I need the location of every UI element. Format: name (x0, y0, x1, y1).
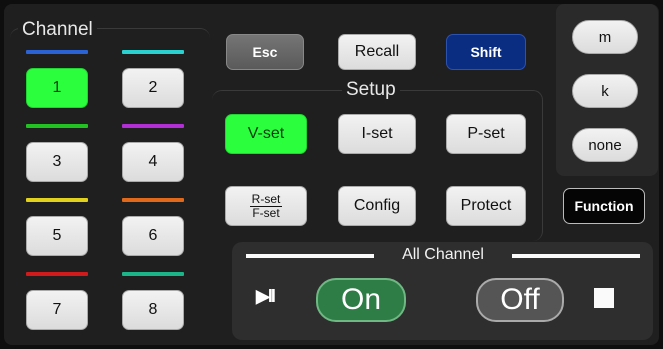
r-set-f-set-button[interactable]: R-set F-set (225, 186, 307, 226)
channel-7-color-bar (26, 272, 88, 276)
protect-button[interactable]: Protect (446, 186, 526, 226)
recall-button[interactable]: Recall (338, 34, 416, 70)
f-set-label: F-set (252, 205, 280, 220)
esc-button[interactable]: Esc (226, 34, 304, 70)
r-set-f-set-label: R-set F-set (249, 191, 283, 220)
channel-4-button[interactable]: 4 (122, 142, 184, 182)
r-set-label: R-set (249, 191, 283, 207)
channel-2-color-bar (122, 50, 184, 54)
config-button[interactable]: Config (338, 186, 416, 226)
shift-button[interactable]: Shift (446, 34, 526, 70)
channel-5-button[interactable]: 5 (26, 216, 88, 256)
p-set-button[interactable]: P-set (446, 114, 526, 154)
i-set-button[interactable]: I-set (338, 114, 416, 154)
channel-8-button[interactable]: 8 (122, 290, 184, 330)
setup-group-label: Setup (342, 80, 400, 100)
channel-1-button[interactable]: 1 (26, 68, 88, 108)
channel-6-button[interactable]: 6 (122, 216, 184, 256)
all-channel-bar-right (512, 254, 640, 258)
channel-8-color-bar (122, 272, 184, 276)
channel-6-color-bar (122, 198, 184, 202)
all-channel-bar-left (246, 254, 374, 258)
all-channel-label: All Channel (402, 246, 484, 263)
stop-icon[interactable] (594, 288, 614, 308)
channel-4-color-bar (122, 124, 184, 128)
channel-3-color-bar (26, 124, 88, 128)
channel-group-label: Channel (18, 20, 97, 40)
all-channel-off-button[interactable]: Off (476, 278, 564, 322)
channel-2-button[interactable]: 2 (122, 68, 184, 108)
channel-5-color-bar (26, 198, 88, 202)
play-pause-icon[interactable]: ▶II (256, 286, 276, 307)
unit-k-button[interactable]: k (572, 74, 638, 108)
channel-1-color-bar (26, 50, 88, 54)
function-button[interactable]: Function (563, 188, 645, 224)
unit-m-button[interactable]: m (572, 20, 638, 54)
channel-7-button[interactable]: 7 (26, 290, 88, 330)
v-set-button[interactable]: V-set (225, 114, 307, 154)
unit-none-button[interactable]: none (572, 128, 638, 162)
channel-3-button[interactable]: 3 (26, 142, 88, 182)
all-channel-on-button[interactable]: On (316, 278, 406, 322)
